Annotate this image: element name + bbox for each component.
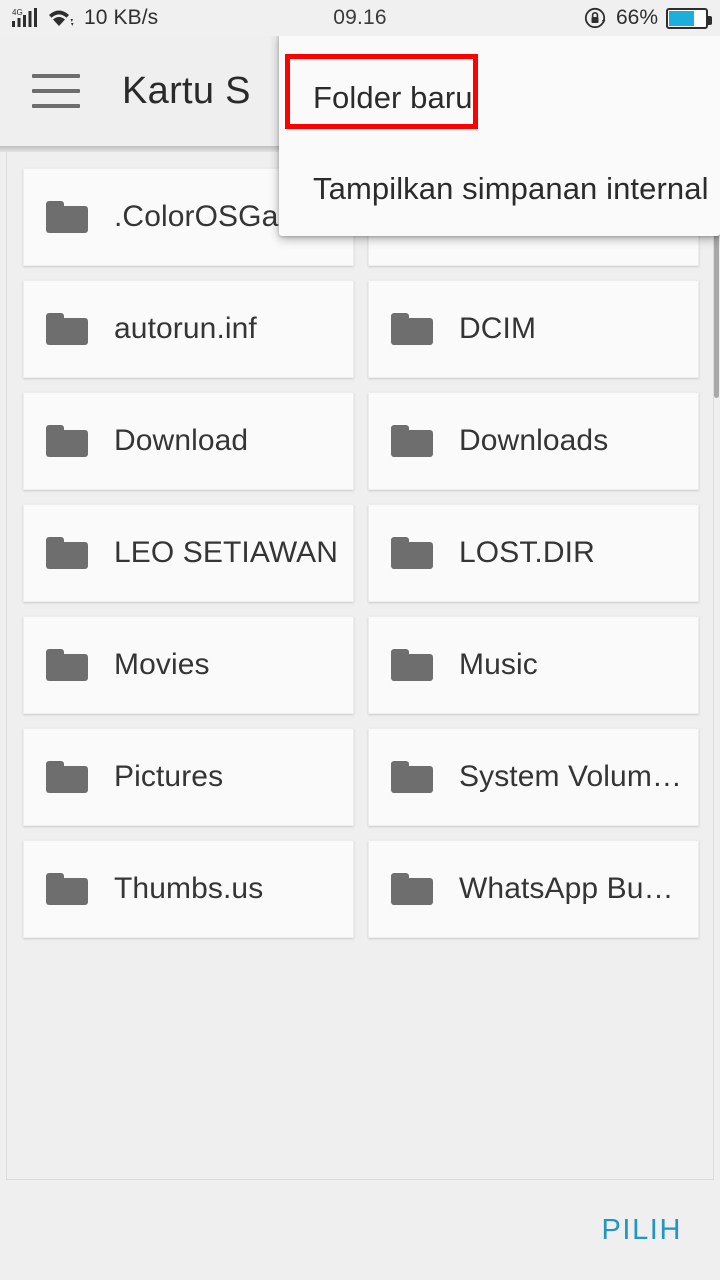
- battery-icon: [666, 7, 712, 29]
- file-grid-item[interactable]: System Volum…: [368, 728, 699, 826]
- file-grid-item[interactable]: DCIM: [368, 280, 699, 378]
- bottom-action-bar: PILIH: [0, 1180, 720, 1280]
- hamburger-bar: [32, 74, 80, 78]
- hamburger-menu-icon[interactable]: [32, 74, 80, 108]
- folder-icon: [46, 537, 88, 569]
- file-name-label: Downloads: [459, 424, 609, 457]
- folder-icon: [391, 313, 433, 345]
- scrollbar[interactable]: [713, 150, 720, 1180]
- folder-icon-body: [46, 430, 88, 457]
- file-name-label: Movies: [114, 648, 210, 681]
- folder-icon: [391, 873, 433, 905]
- folder-icon-body: [391, 654, 433, 681]
- page-title: Kartu S: [122, 69, 251, 112]
- file-grid-item[interactable]: Thumbs.us: [23, 840, 354, 938]
- file-grid-item[interactable]: Music: [368, 616, 699, 714]
- folder-icon-body: [46, 654, 88, 681]
- file-name-label: Thumbs.us: [114, 872, 264, 905]
- file-grid-item[interactable]: Downloads: [368, 392, 699, 490]
- file-name-label: WhatsApp Bu…: [459, 872, 674, 905]
- file-browser-content: .ColorOSGal autorun.inf DCIM Download Downlo…: [6, 150, 714, 1180]
- folder-icon: [391, 537, 433, 569]
- folder-icon-body: [391, 318, 433, 345]
- file-name-label: .ColorOSGal: [114, 200, 286, 233]
- file-grid: .ColorOSGal autorun.inf DCIM Download Downlo…: [23, 168, 699, 938]
- status-bar-right: 66%: [584, 6, 712, 30]
- file-grid-item[interactable]: Movies: [23, 616, 354, 714]
- folder-icon-body: [46, 206, 88, 233]
- overflow-popup-menu: Folder baru Tampilkan simpanan internal: [279, 32, 720, 236]
- file-grid-item[interactable]: Pictures: [23, 728, 354, 826]
- folder-icon-body: [391, 878, 433, 905]
- file-name-label: LOST.DIR: [459, 536, 595, 569]
- folder-icon: [391, 425, 433, 457]
- folder-icon: [391, 649, 433, 681]
- file-name-label: LEO SETIAWAN: [114, 536, 339, 569]
- status-bar: 4G 10 KB/s 09.16 66%: [0, 0, 720, 36]
- folder-icon-body: [391, 430, 433, 457]
- file-name-label: autorun.inf: [114, 312, 257, 345]
- file-grid-item[interactable]: LOST.DIR: [368, 504, 699, 602]
- folder-icon: [46, 201, 88, 233]
- file-name-label: Download: [114, 424, 249, 457]
- file-grid-item[interactable]: WhatsApp Bu…: [368, 840, 699, 938]
- file-grid-item[interactable]: Download: [23, 392, 354, 490]
- folder-icon-body: [391, 766, 433, 793]
- hamburger-bar: [32, 104, 80, 108]
- select-button[interactable]: PILIH: [601, 1214, 682, 1247]
- file-name-label: Pictures: [114, 760, 224, 793]
- file-name-label: Music: [459, 648, 538, 681]
- folder-icon-body: [46, 878, 88, 905]
- battery-fill: [669, 10, 695, 26]
- folder-icon-body: [391, 542, 433, 569]
- folder-icon: [46, 313, 88, 345]
- battery-percent-label: 66%: [615, 6, 658, 29]
- file-grid-item[interactable]: autorun.inf: [23, 280, 354, 378]
- folder-icon: [46, 425, 88, 457]
- rotation-lock-icon: [584, 7, 606, 29]
- folder-icon: [391, 761, 433, 793]
- menu-item-show-internal-storage[interactable]: Tampilkan simpanan internal: [279, 154, 720, 224]
- folder-icon-body: [46, 766, 88, 793]
- file-grid-item[interactable]: LEO SETIAWAN: [23, 504, 354, 602]
- file-name-label: System Volum…: [459, 760, 683, 793]
- folder-icon-body: [46, 318, 88, 345]
- folder-icon: [46, 873, 88, 905]
- hamburger-bar: [32, 89, 80, 93]
- folder-icon: [46, 761, 88, 793]
- folder-icon: [46, 649, 88, 681]
- phone-screen: 4G 10 KB/s 09.16 66% Kartu S .ColorOSGal…: [0, 0, 720, 1280]
- folder-icon-body: [46, 542, 88, 569]
- menu-item-new-folder[interactable]: Folder baru: [279, 54, 720, 142]
- file-name-label: DCIM: [459, 312, 537, 345]
